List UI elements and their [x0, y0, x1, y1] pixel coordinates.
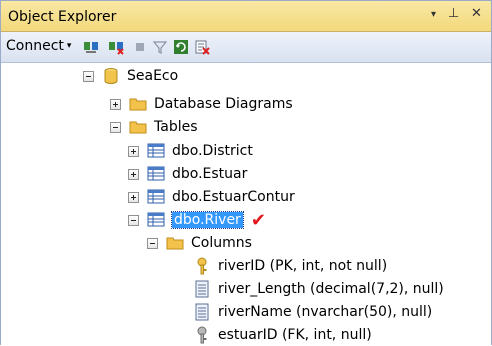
- table-name: dbo.Estuar: [172, 166, 248, 182]
- table-icon: [147, 189, 165, 204]
- object-explorer-tree: SeaEco Database Diagrams Tables dbo.Dist…: [1, 63, 491, 345]
- column-name: riverID (PK, int, not null): [218, 258, 388, 274]
- tree-node-tables[interactable]: Tables: [110, 116, 198, 138]
- connect-object-explorer-icon[interactable]: [83, 39, 99, 55]
- new-query-icon[interactable]: [194, 39, 210, 55]
- stop-icon[interactable]: [132, 39, 148, 55]
- database-name: SeaEco: [127, 68, 179, 84]
- tree-node-table-selected[interactable]: dbo.River ✔: [128, 209, 266, 231]
- column-name: estuarID (FK, int, null): [218, 327, 372, 343]
- folder-icon: [129, 98, 147, 111]
- panel-title: Object Explorer: [8, 9, 117, 25]
- tree-node-column[interactable]: riverName (nvarchar(50), null): [193, 301, 432, 323]
- object-explorer-toolbar: Connect ▾: [1, 32, 491, 63]
- tree-node-columns[interactable]: Columns: [147, 232, 252, 254]
- tree-node-table[interactable]: dbo.EstuarContur: [128, 186, 295, 208]
- collapse-toggle[interactable]: [128, 214, 139, 226]
- red-checkmark-icon: ✔: [250, 209, 266, 231]
- table-name: dbo.District: [172, 143, 253, 159]
- database-icon: [104, 68, 118, 84]
- disconnect-icon[interactable]: [108, 39, 124, 55]
- column-name: riverName (nvarchar(50), null): [218, 304, 433, 320]
- tree-node-database-diagrams[interactable]: Database Diagrams: [110, 93, 293, 115]
- column-icon: [195, 303, 209, 321]
- tree-node-database[interactable]: SeaEco: [83, 65, 178, 87]
- database-diagrams-label: Database Diagrams: [154, 96, 293, 112]
- expand-toggle[interactable]: [128, 145, 139, 157]
- table-icon: [147, 212, 165, 227]
- expand-toggle[interactable]: [110, 98, 121, 110]
- window-position-dropdown[interactable]: ▾: [431, 9, 436, 20]
- tree-node-table[interactable]: dbo.Estuar: [128, 163, 247, 185]
- column-name: river_Length (decimal(7,2), null): [218, 281, 444, 297]
- expand-toggle[interactable]: [128, 168, 139, 180]
- folder-icon: [129, 121, 147, 134]
- tree-node-table[interactable]: dbo.District: [128, 140, 253, 162]
- tables-label: Tables: [154, 119, 198, 135]
- primary-key-icon: [197, 257, 207, 275]
- folder-icon: [166, 237, 184, 250]
- tree-node-column[interactable]: estuarID (FK, int, null): [193, 324, 372, 346]
- auto-hide-pin-icon[interactable]: ⊥: [448, 6, 459, 21]
- table-name: dbo.EstuarContur: [172, 189, 295, 205]
- column-icon: [195, 280, 209, 298]
- panel-titlebar: Object Explorer ▾ ⊥ ✕: [1, 1, 491, 32]
- connect-button[interactable]: Connect ▾: [6, 38, 71, 54]
- expand-toggle[interactable]: [128, 191, 139, 203]
- collapse-toggle[interactable]: [147, 237, 158, 249]
- collapse-toggle[interactable]: [83, 70, 94, 82]
- collapse-toggle[interactable]: [110, 121, 121, 133]
- object-explorer-panel: Object Explorer ▾ ⊥ ✕ Connect ▾ SeaEco Da…: [0, 0, 492, 345]
- refresh-icon[interactable]: [173, 39, 189, 55]
- filter-icon[interactable]: [152, 39, 168, 55]
- close-panel-button[interactable]: ✕: [471, 6, 482, 21]
- tree-node-column[interactable]: river_Length (decimal(7,2), null): [193, 278, 444, 300]
- tree-node-column[interactable]: riverID (PK, int, not null): [193, 255, 387, 277]
- foreign-key-icon: [197, 326, 207, 344]
- table-icon: [147, 143, 165, 158]
- table-icon: [147, 166, 165, 181]
- table-name-selected: dbo.River: [171, 211, 244, 229]
- columns-label: Columns: [191, 235, 252, 251]
